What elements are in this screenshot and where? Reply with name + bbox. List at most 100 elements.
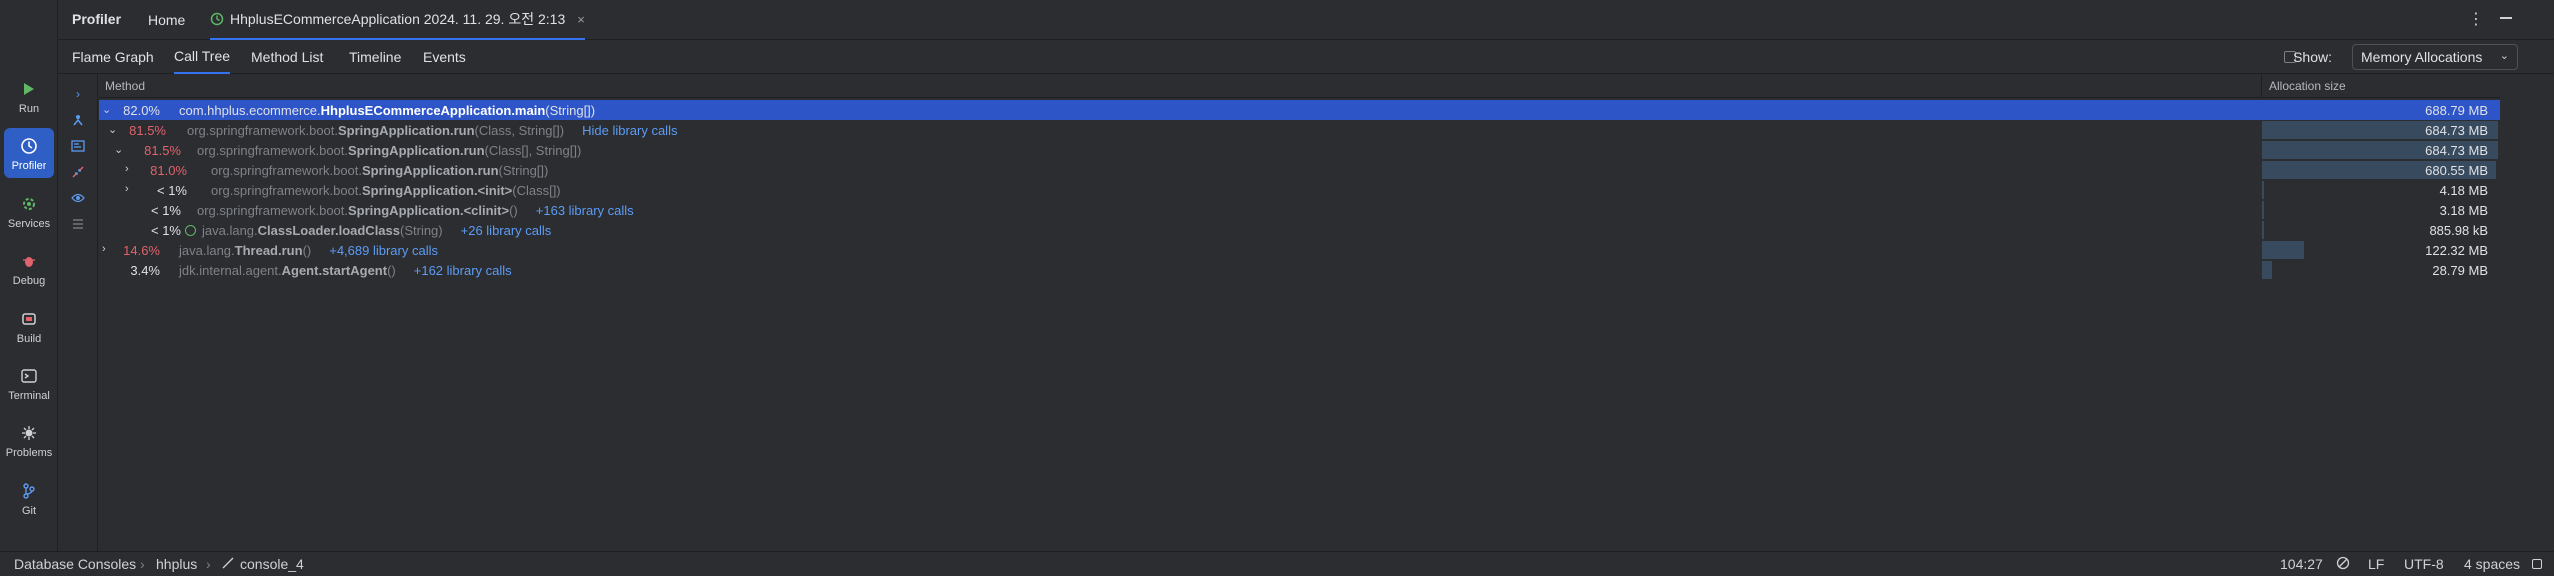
row-method: org.springframework.boot.SpringApplicati… [211,183,561,198]
tab-method-list-label: Method List [251,49,324,65]
row-percent: 81.0% [150,163,187,178]
row-method: org.springframework.boot.SpringApplicati… [197,203,634,218]
tab-flame-graph[interactable]: Flame Graph [72,40,154,74]
services-icon [18,193,40,215]
tool-profiler[interactable]: Profiler [4,128,54,178]
method-name: Agent.startAgent [281,263,388,278]
table-row[interactable]: › < 1% org.springframework.boot.SpringAppl… [99,180,2500,200]
table-row[interactable]: < 1% org.springframework.boot.SpringAppli… [99,200,2500,220]
library-calls-link[interactable]: +163 library calls [536,203,634,218]
tab-events[interactable]: Events [423,40,466,74]
tool-services[interactable]: Services [4,186,54,236]
method-name: HhplusECommerceApplication.main [320,103,546,118]
allocation-column-header[interactable]: Allocation size [2269,79,2346,93]
tool-build[interactable]: Build [4,301,54,351]
view-tabs-bar: Flame Graph Call Tree Method List Timeli… [58,40,2554,74]
focus-icon[interactable] [70,112,86,128]
table-row[interactable]: ⌄ 82.0% com.hhplus.ecommerce.HhplusECommer… [99,100,2500,120]
method-signature: (Class[], String[]) [484,143,582,158]
merge-icon[interactable] [70,138,86,154]
tool-label: Git [21,504,37,517]
table-row[interactable]: < 1% java.lang.ClassLoader.loadClass(Stri… [99,220,2500,240]
method-column-header[interactable]: Method [105,79,145,93]
more-options-icon[interactable]: ⋮ [2468,9,2484,29]
library-calls-link[interactable]: +162 library calls [414,263,512,278]
tool-label: Debug [12,274,46,287]
table-header: Method Allocation size [99,74,2500,98]
profiler-title-bar: Profiler Home HhplusECommerceApplication… [58,0,2554,40]
method-signature: (String[]) [498,163,549,178]
breadcrumb-database-consoles[interactable]: Database Consoles [14,556,136,572]
run-icon [18,78,40,100]
tool-git[interactable]: Git [4,473,54,523]
git-icon [18,480,40,502]
allocation-bar [2262,261,2272,279]
method-name: SpringApplication.run [348,143,485,158]
file-encoding[interactable]: UTF-8 [2404,556,2444,572]
tool-debug[interactable]: Debug [4,243,54,293]
method-name: SpringApplication.run [362,163,499,178]
status-bar: Database Consoles › hhplus › console_4 1… [0,551,2554,576]
method-signature: (Class[]) [512,183,561,198]
column-divider[interactable] [2261,74,2262,98]
tab-timeline-label: Timeline [349,49,402,65]
tab-timeline[interactable]: Timeline [349,40,401,74]
tab-session[interactable]: HhplusECommerceApplication 2024. 11. 29.… [210,0,585,40]
breadcrumb-chevron-icon: › [140,556,145,572]
expand-icon[interactable]: › [70,86,86,102]
inspection-icon[interactable] [2336,556,2350,573]
tool-label: Profiler [11,159,47,172]
method-signature: () [509,203,518,218]
method-signature: () [387,263,396,278]
library-calls-link[interactable]: +4,689 library calls [329,243,438,258]
allocation-size: 684.73 MB [2425,123,2488,138]
row-percent: 81.5% [144,143,181,158]
close-tab-icon[interactable]: × [577,12,585,27]
caret-position[interactable]: 104:27 [2280,556,2323,572]
row-method: java.lang.Thread.run() +4,689 library cal… [179,243,438,258]
breadcrumb-console[interactable]: console_4 [240,556,304,572]
library-calls-link[interactable]: Hide library calls [582,123,677,138]
table-row[interactable]: ⌄ 81.5% org.springframework.boot.SpringApp… [99,140,2500,160]
indent-setting[interactable]: 4 spaces [2464,556,2520,572]
row-percent: 82.0% [123,103,160,118]
row-percent: 14.6% [123,243,160,258]
debug-icon [18,250,40,272]
allocation-size: 28.79 MB [2432,263,2488,278]
tab-method-list[interactable]: Method List [251,40,323,74]
line-ending[interactable]: LF [2368,556,2384,572]
eye-icon[interactable] [70,190,86,206]
tab-flame-graph-label: Flame Graph [72,49,154,65]
table-row[interactable]: 3.4% jdk.internal.agent.Agent.startAgent(… [99,260,2500,280]
allocation-size: 684.73 MB [2425,143,2488,158]
tool-problems[interactable]: Problems [4,415,54,465]
tab-home[interactable]: Home [148,0,185,40]
table-row[interactable]: ⌄ 81.5% org.springframework.boot.SpringApp… [99,120,2500,140]
tab-home-label: Home [148,12,186,28]
collapse-icon[interactable] [70,164,86,180]
row-percent: 81.5% [129,123,166,138]
method-name: SpringApplication.<init> [362,183,513,198]
class-loader-icon [185,225,196,236]
breadcrumb-hhplus[interactable]: hhplus [156,556,197,572]
tool-label: Terminal [8,389,50,402]
tab-call-tree[interactable]: Call Tree [174,40,231,74]
allocation-size: 3.18 MB [2439,203,2488,218]
method-package: java.lang. [179,243,235,258]
table-row[interactable]: › 81.0% org.springframework.boot.SpringApp… [99,160,2500,180]
tab-call-tree-label: Call Tree [174,48,231,64]
row-percent: < 1% [151,203,181,218]
library-calls-link[interactable]: +26 library calls [461,223,552,238]
method-package: com.hhplus.ecommerce. [179,103,321,118]
lock-icon[interactable] [2532,559,2542,569]
tool-run[interactable]: Run [4,71,54,121]
minimize-icon[interactable] [2500,17,2512,19]
show-select[interactable]: Memory Allocations ⌄ [2352,44,2518,70]
method-name: Thread.run [234,243,303,258]
table-row[interactable]: › 14.6% java.lang.Thread.run() +4,689 libra… [99,240,2500,260]
tool-terminal[interactable]: Terminal [4,358,54,408]
row-method: org.springframework.boot.SpringApplicati… [187,123,677,138]
chevron-down-icon: ⌄ [2499,50,2509,62]
list-icon[interactable] [70,216,86,232]
tool-label: Problems [5,446,53,459]
